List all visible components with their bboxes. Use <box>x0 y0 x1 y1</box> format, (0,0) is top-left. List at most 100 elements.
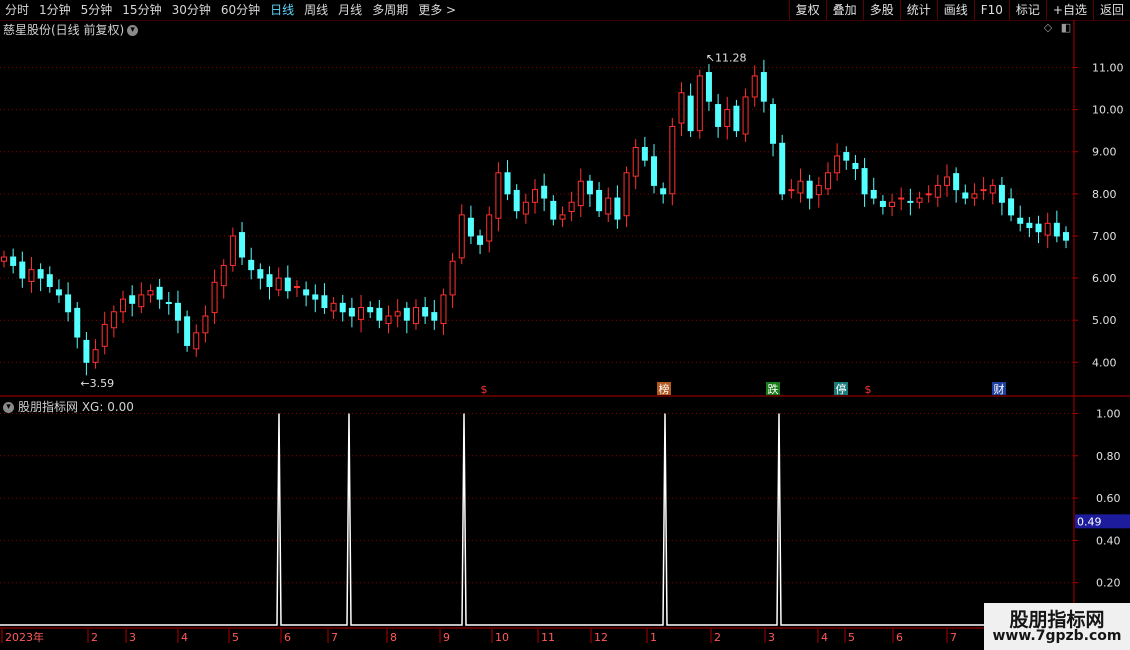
candle-body <box>10 256 17 266</box>
candle-body <box>770 104 777 144</box>
time-tick-label: 11 <box>541 631 555 644</box>
candle-body <box>83 339 90 363</box>
candle-body <box>577 180 584 207</box>
candle-body <box>422 307 429 317</box>
candle-body <box>568 201 575 213</box>
time-tick-label: 2 <box>714 631 721 644</box>
candle-body <box>110 311 117 329</box>
candle-body <box>467 217 474 237</box>
candle-body <box>696 75 703 132</box>
candle-body <box>28 269 35 282</box>
candle-body <box>605 197 612 215</box>
candle-body <box>916 197 923 203</box>
candle-body <box>898 197 905 200</box>
candle-body <box>541 185 548 199</box>
candle-body <box>934 184 941 198</box>
candle-body <box>678 92 685 124</box>
candle-body <box>870 189 877 199</box>
candle-body <box>477 235 484 245</box>
candle-body <box>1017 217 1024 224</box>
candle-body <box>394 311 401 317</box>
candle-body <box>1044 222 1051 236</box>
candle-body <box>751 75 758 98</box>
indicator-tick-label: 1.00 <box>1096 407 1121 420</box>
panel-toggle-icon[interactable]: ◧ <box>1060 22 1072 34</box>
candle-body <box>321 295 328 309</box>
candle-body <box>651 156 658 186</box>
price-tick-label: 6.00 <box>1092 272 1117 285</box>
candle-body <box>1 256 7 262</box>
time-tick-label: 1 <box>650 631 657 644</box>
time-tick-label: 2023年 <box>5 630 44 644</box>
main-panel-header: 慈星股份(日线 前复权) ▾ ◇ ◧ <box>0 20 1074 38</box>
indicator-tick-label: 0.40 <box>1096 534 1121 547</box>
candle-body <box>440 294 447 325</box>
candle-body <box>248 259 255 271</box>
candle-body <box>879 200 886 207</box>
candle-body <box>486 214 493 242</box>
diamond-icon[interactable]: ◇ <box>1042 22 1054 34</box>
candle-body <box>797 180 804 194</box>
candle-body <box>257 269 264 279</box>
candle-body <box>614 197 621 220</box>
candle-body <box>303 289 310 296</box>
event-marker: 榜 <box>659 382 670 396</box>
candle-body <box>92 349 99 363</box>
candle-body <box>46 274 53 287</box>
event-marker: 财 <box>994 382 1005 396</box>
candle-body <box>37 269 44 279</box>
candle-body <box>550 200 557 220</box>
price-tick-label: 9.00 <box>1092 146 1117 159</box>
price-tick-label: 7.00 <box>1092 230 1117 243</box>
candle-body <box>998 184 1005 203</box>
kline-chart[interactable]: 4.005.006.007.008.009.0010.0011.00↖11.28… <box>0 0 1130 650</box>
candle-body <box>165 301 172 304</box>
candle-body <box>925 193 932 196</box>
candle-body <box>358 307 365 320</box>
stock-title[interactable]: 慈星股份(日线 前复权) ▾ <box>3 21 139 38</box>
candle-body <box>660 188 667 195</box>
indicator-title: 股朋指标网 XG: 0.00 <box>18 400 134 414</box>
time-tick-label: 5 <box>232 631 239 644</box>
candle-body <box>412 307 419 325</box>
candle-body <box>980 189 987 192</box>
candle-body <box>1035 223 1042 233</box>
candle-body <box>779 142 786 195</box>
chevron-down-icon[interactable]: ▾ <box>3 402 14 413</box>
candle-body <box>55 289 62 296</box>
candle-body <box>733 105 740 132</box>
candle-body <box>202 315 209 334</box>
time-tick-label: 3 <box>129 631 136 644</box>
candle-body <box>138 294 145 308</box>
time-tick-label: 5 <box>848 631 855 644</box>
watermark-url: www.7gpzb.com <box>992 628 1122 644</box>
watermark: 股朋指标网 www.7gpzb.com <box>984 603 1130 650</box>
candle-body <box>742 96 749 135</box>
candle-body <box>330 302 337 312</box>
candle-body <box>229 235 236 266</box>
time-tick-label: 4 <box>821 631 828 644</box>
xg-line <box>0 413 1074 626</box>
candle-body <box>312 294 319 300</box>
time-tick-label: 12 <box>594 631 608 644</box>
candle-body <box>559 214 566 220</box>
candle-body <box>19 261 26 279</box>
chevron-down-icon[interactable]: ▾ <box>127 25 139 36</box>
price-tick-label: 4.00 <box>1092 356 1117 369</box>
candle-body <box>385 315 392 325</box>
candle-body <box>962 192 969 199</box>
indicator-header[interactable]: ▾ 股朋指标网 XG: 0.00 <box>3 398 134 415</box>
indicator-tick-label: 0.80 <box>1096 450 1121 463</box>
candle-body <box>806 180 813 199</box>
candle-body <box>449 260 456 296</box>
time-tick-label: 8 <box>390 631 397 644</box>
time-tick-label: 10 <box>495 631 509 644</box>
candle-body <box>861 168 868 195</box>
candle-body <box>522 201 529 215</box>
event-marker: $ <box>481 383 488 396</box>
candle-body <box>239 232 246 258</box>
candle-body <box>211 281 218 314</box>
candle-body <box>943 176 950 186</box>
indicator-tick-label: 0.60 <box>1096 492 1121 505</box>
time-tick-label: 9 <box>443 631 450 644</box>
